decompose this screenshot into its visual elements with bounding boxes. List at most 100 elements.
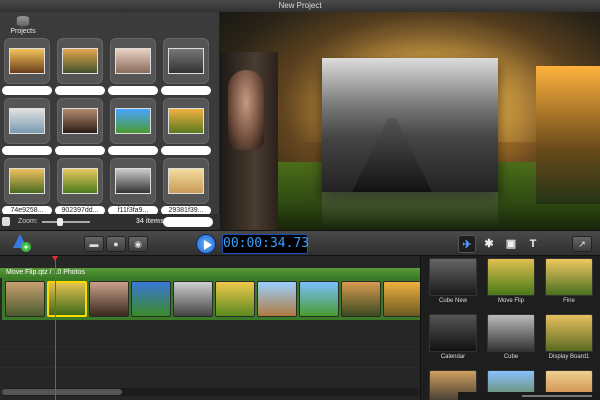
- media-thumbnail-image: [62, 168, 98, 194]
- transition-preview-image: [545, 314, 593, 352]
- play-button[interactable]: [196, 234, 216, 254]
- item-count: 34 items: [136, 218, 165, 225]
- transitions-library: Cube New Move Flip Fine Calendar Cube Display…: [420, 256, 600, 400]
- media-browser: Projects 74e9258... 902397dd... f11f3fa9..…: [0, 12, 220, 230]
- add-media-button[interactable]: +: [12, 234, 31, 252]
- timeline-scrollbar[interactable]: [2, 388, 420, 396]
- track-title: Move Flip.qtz / 10 Photos: [0, 268, 420, 278]
- library-zoom-slider[interactable]: [522, 395, 592, 397]
- media-thumbnail[interactable]: [163, 158, 209, 204]
- timeline-clip[interactable]: [383, 281, 423, 317]
- transitions-tool-icon[interactable]: ✈: [458, 235, 476, 253]
- playhead[interactable]: [52, 256, 58, 400]
- media-thumbnail-image: [115, 48, 151, 74]
- timeline-scroll-thumb[interactable]: [2, 389, 122, 395]
- timecode-display: 00:00:34.73: [222, 234, 310, 254]
- portrait-image: [228, 70, 264, 150]
- timeline-clip[interactable]: [173, 281, 213, 317]
- microphone-button[interactable]: ●: [106, 236, 126, 252]
- media-thumbnail-image: [168, 168, 204, 194]
- media-thumbnail-image: [62, 48, 98, 74]
- preview-photo-center: [322, 58, 498, 192]
- timeline-clip[interactable]: [215, 281, 255, 317]
- media-thumbnail-image: [168, 108, 204, 134]
- media-thumbnail[interactable]: [4, 38, 50, 84]
- preview-photo-left: [220, 52, 278, 230]
- timeline-clip[interactable]: [257, 281, 297, 317]
- transition-label: Cube: [503, 354, 519, 360]
- transition-preview-image: [429, 258, 477, 296]
- media-thumbnail-image: [9, 48, 45, 74]
- preview-reflection: [322, 192, 498, 230]
- projects-button[interactable]: Projects: [8, 14, 38, 40]
- list-view-icon[interactable]: [2, 217, 10, 226]
- media-thumbnail-label: [108, 146, 158, 155]
- library-zoom-bar: [458, 392, 600, 400]
- control-toolbar: + ▬ ● ◉ 00:00:34.73 ✈ ✱ ▣ T ↗: [0, 230, 600, 256]
- transition-preview-image: [429, 314, 477, 352]
- tool-icon-group: ✈ ✱ ▣ T: [458, 235, 548, 253]
- transition-label: Fine: [563, 298, 575, 304]
- effects-tool-icon[interactable]: ✱: [480, 235, 498, 253]
- window-title: New Project: [0, 0, 600, 12]
- media-thumbnail[interactable]: [57, 38, 103, 84]
- media-thumbnail-label: [2, 86, 52, 95]
- media-thumbnail[interactable]: [57, 98, 103, 144]
- zoom-slider[interactable]: [42, 218, 90, 226]
- camera-button[interactable]: ▬: [84, 236, 104, 252]
- media-thumbnail[interactable]: [163, 98, 209, 144]
- media-thumbnail[interactable]: [110, 158, 156, 204]
- media-thumbnail-label: [108, 86, 158, 95]
- media-thumbnail[interactable]: [4, 98, 50, 144]
- frame-tool-icon[interactable]: ▣: [502, 235, 520, 253]
- media-thumbnail-label: [161, 146, 211, 155]
- transition-preview-image: [487, 314, 535, 352]
- media-thumbnail-label: [55, 146, 105, 155]
- timeline-clip[interactable]: [47, 281, 87, 317]
- preview-photo-right: [536, 66, 600, 204]
- zoom-label: Zoom:: [18, 218, 38, 225]
- media-thumbnail-image: [115, 168, 151, 194]
- transition-label: Calendar: [440, 354, 466, 360]
- media-zoom-bar: Zoom: 34 items: [0, 214, 220, 230]
- text-tool-icon[interactable]: T: [524, 235, 542, 253]
- timeline-clip[interactable]: [89, 281, 129, 317]
- media-thumbnail-image: [62, 108, 98, 134]
- media-thumbnail[interactable]: [163, 38, 209, 84]
- timeline[interactable]: Move Flip.qtz / 10 Photos: [0, 256, 423, 400]
- transition-label: Move Flip: [497, 298, 524, 304]
- media-button-group: ▬ ● ◉: [84, 236, 148, 252]
- projects-label: Projects: [10, 28, 36, 35]
- timecode-value: 00:00:34.73: [223, 236, 310, 251]
- transition-label: Display Board1: [548, 354, 590, 360]
- transition-preview-image: [487, 258, 535, 296]
- database-icon: [16, 15, 30, 27]
- share-button[interactable]: ↗: [572, 236, 592, 252]
- transition-label: Cube New: [438, 298, 467, 304]
- app-window: New Project Projects 74e9258... 902397dd.…: [0, 0, 600, 400]
- media-search-input[interactable]: [163, 217, 213, 227]
- media-thumbnail[interactable]: [110, 38, 156, 84]
- zoom-slider-knob[interactable]: [56, 218, 63, 226]
- road-image: [352, 118, 432, 192]
- plus-icon: +: [21, 242, 31, 252]
- empty-tracks: [0, 326, 420, 396]
- media-thumbnail[interactable]: [57, 158, 103, 204]
- music-button[interactable]: ◉: [128, 236, 148, 252]
- media-thumbnail-image: [9, 168, 45, 194]
- timeline-clip[interactable]: [299, 281, 339, 317]
- timeline-clip[interactable]: [5, 281, 45, 317]
- preview-viewer[interactable]: [220, 12, 600, 230]
- timeline-clip[interactable]: [131, 281, 171, 317]
- photo-track[interactable]: [2, 278, 423, 320]
- media-thumbnail-label: [2, 146, 52, 155]
- media-thumbnail-image: [168, 48, 204, 74]
- media-thumbnail-label: [55, 86, 105, 95]
- transition-preview-image: [545, 258, 593, 296]
- media-thumbnail-image: [115, 108, 151, 134]
- media-thumbnail-image: [9, 108, 45, 134]
- media-thumbnail[interactable]: [110, 98, 156, 144]
- media-thumbnail-label: [161, 86, 211, 95]
- timeline-clip[interactable]: [341, 281, 381, 317]
- media-thumbnail[interactable]: [4, 158, 50, 204]
